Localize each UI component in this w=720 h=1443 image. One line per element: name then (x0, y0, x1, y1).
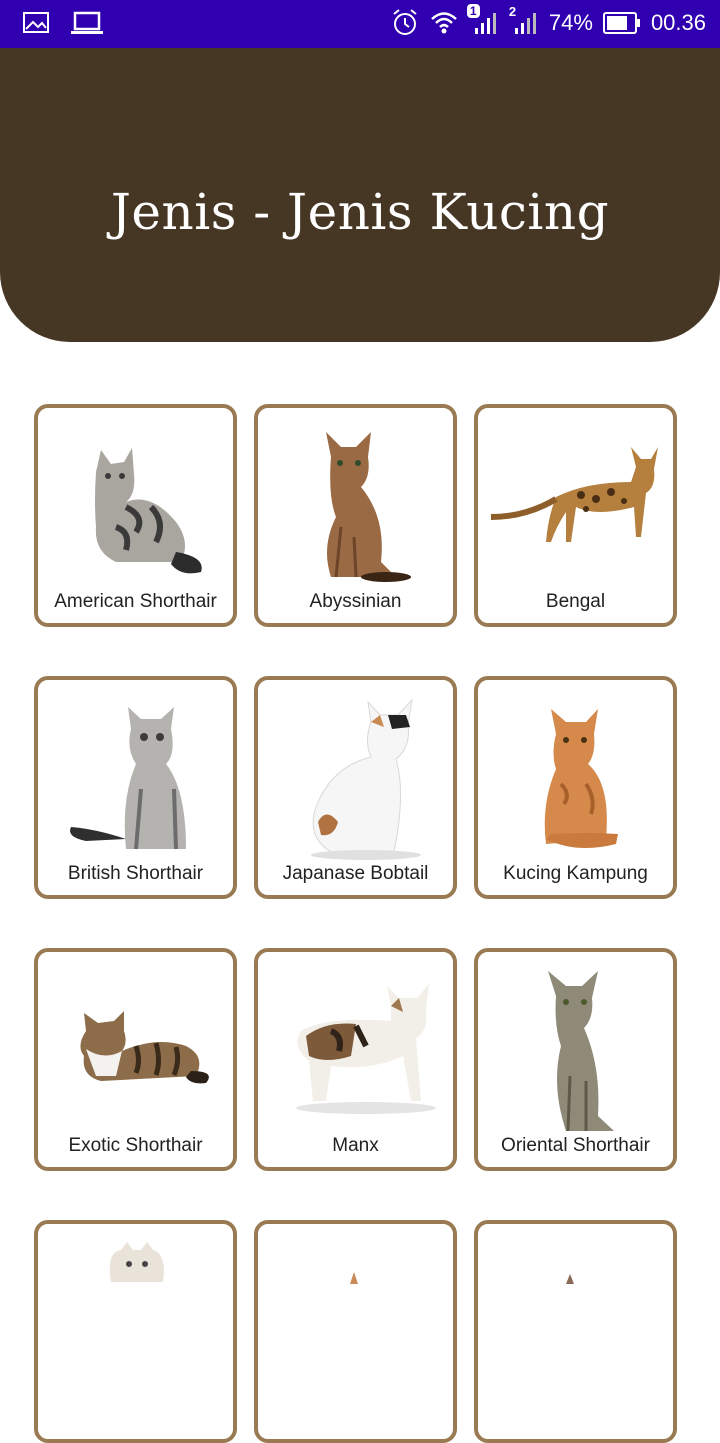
sim1-badge: 1 (466, 4, 480, 18)
cat-label: Bengal (545, 591, 606, 612)
cat-label: Kucing Kampung (503, 863, 648, 884)
battery-percent: 74% (548, 10, 593, 35)
cat-label: Japanase Bobtail (282, 863, 429, 884)
clock: 00.36 (650, 10, 706, 35)
cat-card-bengal[interactable]: Bengal (474, 404, 677, 627)
cat-image (38, 694, 233, 864)
cat-image (38, 422, 233, 592)
cat-image (478, 422, 673, 592)
signal-sim2-icon: 2 (509, 4, 539, 38)
sim2-label: 2 (508, 4, 517, 19)
cat-image (478, 966, 673, 1136)
cat-card-american-shorthair[interactable]: American Shorthair (34, 404, 237, 627)
cat-card-partial-1[interactable] (34, 1220, 237, 1443)
page-title: Jenis - Jenis Kucing (110, 183, 610, 241)
cat-card-exotic-shorthair[interactable]: Exotic Shorthair (34, 948, 237, 1171)
cat-image (258, 1268, 453, 1288)
cat-card-partial-2[interactable] (254, 1220, 457, 1443)
cat-card-kucing-kampung[interactable]: Kucing Kampung (474, 676, 677, 899)
cat-card-oriental-shorthair[interactable]: Oriental Shorthair (474, 948, 677, 1171)
cat-image (38, 966, 233, 1136)
battery-icon (602, 11, 641, 35)
wifi-icon (429, 8, 459, 38)
cat-image (258, 422, 453, 592)
cat-image (478, 694, 673, 864)
cat-image (258, 966, 453, 1136)
cat-label: American Shorthair (54, 591, 217, 612)
cat-card-abyssinian[interactable]: Abyssinian (254, 404, 457, 627)
cat-label: Oriental Shorthair (501, 1135, 650, 1156)
cat-card-manx[interactable]: Manx (254, 948, 457, 1171)
cat-card-partial-3[interactable] (474, 1220, 677, 1443)
alarm-icon (391, 8, 419, 38)
gallery-icon (22, 10, 50, 36)
cat-label: Manx (332, 1135, 379, 1156)
status-bar: 1 2 74% 00.36 (0, 0, 720, 48)
signal-sim1-icon: 1 (466, 4, 499, 38)
cat-card-british-shorthair[interactable]: British Shorthair (34, 676, 237, 899)
header-banner: Jenis - Jenis Kucing (0, 48, 720, 342)
cat-image (258, 694, 453, 864)
cat-image (38, 1242, 233, 1302)
cat-label: British Shorthair (67, 863, 204, 884)
cat-label: Abyssinian (309, 591, 402, 612)
cat-label: Exotic Shorthair (68, 1135, 203, 1156)
laptop-icon (70, 10, 104, 36)
cat-card-japanase-bobtail[interactable]: Japanase Bobtail (254, 676, 457, 899)
cat-image (478, 1268, 673, 1288)
